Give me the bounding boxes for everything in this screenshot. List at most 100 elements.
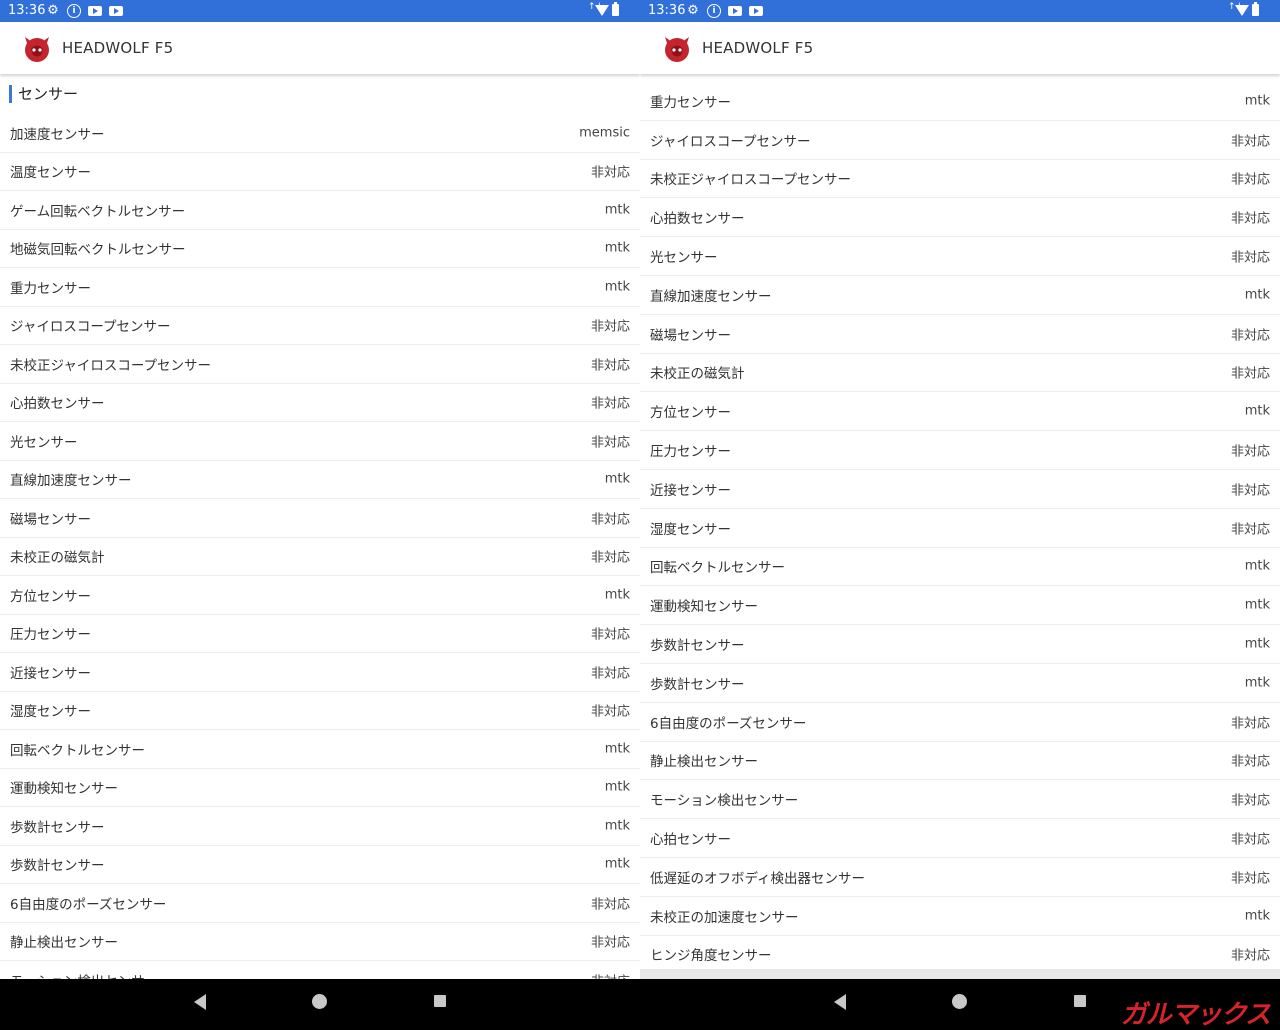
sensor-support-value: 非対応 [590,666,630,682]
sensor-name: ゲーム回転ベクトルセンサー [10,203,186,220]
sensor-name: モーション検出センサー [650,793,799,810]
sensor-name: 加速度センサー [10,126,105,143]
sensor-row[interactable]: モーション検出センサー 非対応 [0,961,640,979]
sensor-row[interactable]: 重力センサー mtk [0,268,640,307]
status-bar: 13:36 ⚙ i ↑↓ [0,0,640,22]
sensor-name: 湿度センサー [10,704,91,721]
sensor-row[interactable]: 静止検出センサー 非対応 [640,742,1280,781]
sensor-support-value: mtk [604,818,630,834]
sensor-row[interactable]: 地磁気回転ベクトルセンサー mtk [0,230,640,268]
sensor-row[interactable]: 磁場センサー 非対応 [0,499,640,538]
sensor-row[interactable]: 湿度センサー 非対応 [640,509,1280,548]
right-screen: 13:36 ⚙ i ↑↓ HEADWOLF F5 重力センサー mtk ジャイロスコ… [640,0,1280,979]
sensor-name: 運動検知センサー [10,781,118,798]
sensor-row[interactable]: 回転ベクトルセンサー mtk [0,730,640,769]
sensor-name: 歩数計センサー [10,858,105,875]
sensor-row[interactable]: 未校正の加速度センサー mtk [640,897,1280,936]
sensor-row[interactable]: 未校正ジャイロスコープセンサー 非対応 [0,345,640,384]
sensor-row[interactable]: 圧力センサー 非対応 [640,431,1280,470]
sensor-name: ジャイロスコープセンサー [10,319,171,336]
sensor-row[interactable]: 未校正の磁気計 非対応 [0,538,640,576]
sensor-row[interactable]: 運動検知センサー mtk [0,769,640,807]
sensor-name: 近接センサー [650,482,731,499]
sensor-support-value: 非対応 [1230,793,1270,809]
sensor-row[interactable]: 直線加速度センサー mtk [640,276,1280,315]
sensor-row[interactable]: 歩数計センサー mtk [640,625,1280,664]
sensor-row[interactable]: 歩数計センサー mtk [640,664,1280,703]
sensor-support-value: mtk [1244,403,1270,419]
sensor-support-value: 非対応 [1230,211,1270,227]
sensor-name: 心拍数センサー [10,396,105,413]
sensor-support-value: 非対応 [590,550,630,566]
sensor-row[interactable]: 歩数計センサー mtk [0,846,640,884]
sensor-row[interactable]: 心拍数センサー 非対応 [0,384,640,422]
sensor-row[interactable]: 未校正の磁気計 非対応 [640,354,1280,393]
sensor-name: 6自由度のポーズセンサー [10,896,167,913]
app-bar: HEADWOLF F5 [0,22,640,74]
sensor-row[interactable]: 近接センサー 非対応 [640,470,1280,509]
sensor-row[interactable]: 光センサー 非対応 [640,237,1280,276]
app-title: HEADWOLF F5 [62,39,174,57]
sensor-name: 未校正の磁気計 [650,366,745,383]
sensor-row[interactable]: 直線加速度センサー mtk [0,461,640,499]
sensor-row[interactable]: 6自由度のポーズセンサー 非対応 [0,884,640,923]
sensor-row[interactable]: 方位センサー mtk [0,576,640,615]
sensor-name: ジャイロスコープセンサー [650,133,811,150]
sensor-support-value: mtk [604,856,630,872]
sensor-list: 重力センサー mtk ジャイロスコープセンサー 非対応 未校正ジャイロスコープセンサー非… [640,82,1280,975]
sensor-name: 歩数計センサー [10,819,105,836]
sensor-row[interactable]: 温度センサー 非対応 [0,153,640,191]
sensor-support-value: 非対応 [1230,134,1270,150]
youtube-icon [749,6,763,16]
sensor-row[interactable]: 低遅延のオフボディ検出器センサー 非対応 [640,858,1280,897]
sensor-row[interactable]: 湿度センサー 非対応 [0,692,640,730]
app-bar: HEADWOLF F5 [640,22,1280,74]
sensor-name: 6自由度のポーズセンサー [650,715,807,732]
sensor-support-value: 非対応 [1230,832,1270,848]
sensor-row[interactable]: 未校正ジャイロスコープセンサー 非対応 [640,160,1280,199]
sensor-row[interactable]: ゲーム回転ベクトルセンサー mtk [0,191,640,230]
sensor-row[interactable]: 方位センサー mtk [640,392,1280,432]
sensor-row[interactable]: 回転ベクトルセンサー mtk [640,548,1280,587]
sensor-row[interactable]: 重力センサー mtk [640,82,1280,121]
sensor-row[interactable]: 心拍数センサー 非対応 [640,198,1280,238]
sensor-row[interactable]: 光センサー 非対応 [0,422,640,461]
info-icon: i [67,4,81,18]
home-icon[interactable] [952,994,967,1009]
sensor-row[interactable]: ジャイロスコープセンサー 非対応 [640,121,1280,160]
sensor-name: 重力センサー [10,280,91,297]
sensor-support-value: mtk [1244,675,1270,691]
sensor-support-value: 非対応 [1230,250,1270,266]
sensor-row[interactable]: 磁場センサー 非対応 [640,315,1280,354]
sensor-support-value: mtk [1244,597,1270,613]
sensor-name: モーション検出センサー [10,970,158,979]
sensor-support-value: 非対応 [1230,522,1270,538]
sensor-support-value: 非対応 [590,627,630,643]
sensor-row[interactable]: モーション検出センサー 非対応 [640,780,1280,820]
back-icon[interactable] [834,994,846,1010]
sensor-row[interactable]: 静止検出センサー 非対応 [0,923,640,961]
sensor-row[interactable]: 6自由度のポーズセンサー 非対応 [640,703,1280,742]
sensor-row[interactable]: 歩数計センサー mtk [0,807,640,846]
sensor-support-value: 非対応 [590,435,630,451]
sensor-name: 歩数計センサー [650,676,745,693]
sensor-row[interactable]: 運動検知センサー mtk [640,586,1280,626]
sensor-name: 低遅延のオフボディ検出器センサー [650,870,866,887]
sensor-support-value: mtk [604,202,630,218]
sensor-name: 未校正ジャイロスコープセンサー [10,357,212,374]
sensor-row[interactable]: ジャイロスコープセンサー 非対応 [0,307,640,345]
recents-icon[interactable] [434,995,446,1007]
sensor-row[interactable]: 心拍センサー 非対応 [640,819,1280,858]
home-icon[interactable] [312,994,327,1009]
sensor-support-value: mtk [1244,93,1270,109]
sensor-row[interactable]: 加速度センサー memsic [0,114,640,153]
status-time: 13:36 [648,3,686,18]
recents-icon[interactable] [1074,995,1086,1007]
sensor-support-value: mtk [604,471,630,487]
antutu-logo-icon [25,37,49,62]
back-icon[interactable] [194,994,206,1010]
sensor-row[interactable]: 圧力センサー 非対応 [0,615,640,653]
sensor-support-value: mtk [1244,558,1270,574]
sensor-row[interactable]: 近接センサー 非対応 [0,653,640,692]
sensor-support-value: 非対応 [590,358,630,374]
